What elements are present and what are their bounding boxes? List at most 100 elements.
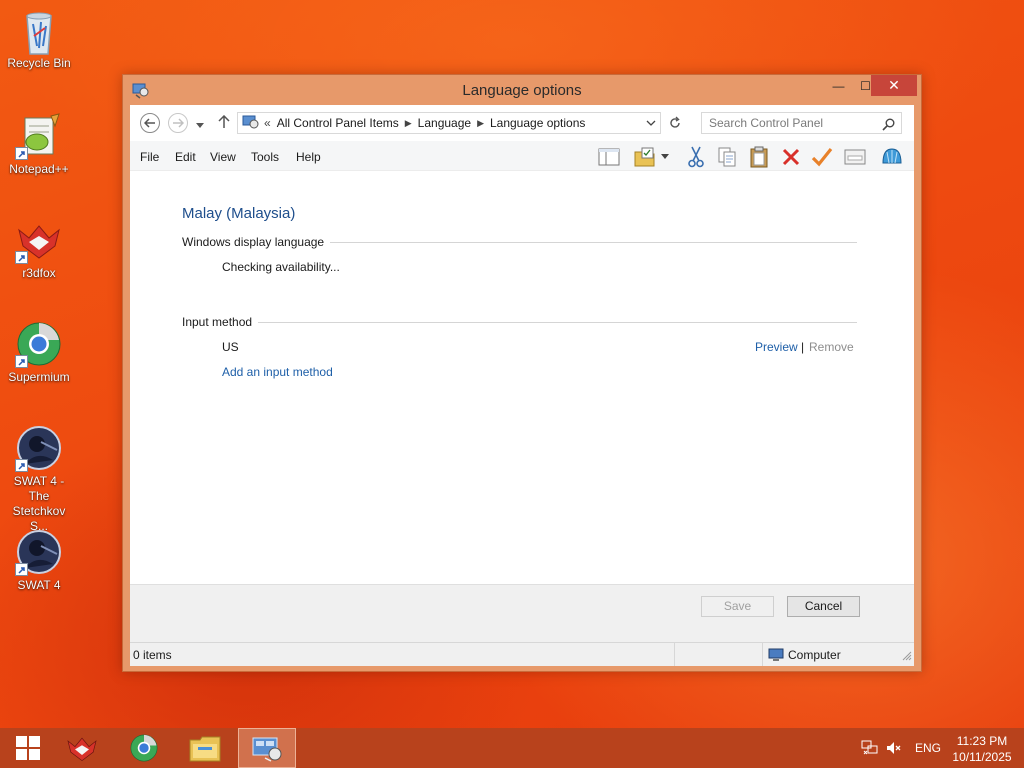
shortcut-arrow-icon	[15, 147, 28, 160]
search-box[interactable]: Search Control Panel	[701, 112, 902, 134]
search-placeholder: Search Control Panel	[709, 116, 824, 130]
overflow-chevron[interactable]: «	[264, 116, 271, 130]
taskbar-file-explorer[interactable]	[177, 728, 233, 768]
save-button[interactable]: Save	[701, 596, 774, 617]
chevron-down-icon[interactable]	[658, 145, 672, 169]
refresh-icon	[670, 116, 680, 128]
breadcrumb-separator-icon[interactable]: ▶	[405, 118, 412, 129]
menu-tools[interactable]: Tools	[251, 150, 279, 164]
desktop-icon-label: Recycle Bin	[7, 56, 71, 70]
back-button[interactable]	[140, 113, 160, 133]
desktop-icon-swat4-stetchkov[interactable]: SWAT 4 - The Stetchkov S...	[2, 424, 76, 534]
resize-grip-icon[interactable]	[902, 650, 912, 664]
breadcrumb-all-control-panel-items[interactable]: All Control Panel Items	[277, 116, 399, 130]
desktop-icon-notepad-plus-plus[interactable]: Notepad++	[2, 112, 76, 177]
supermium-icon	[15, 320, 63, 368]
search-icon[interactable]	[882, 117, 895, 137]
file-explorer-icon	[189, 736, 221, 762]
menu-bar: File Edit View Tools Help	[130, 141, 914, 171]
control-panel-icon	[252, 737, 282, 762]
desktop-icon-label: Notepad++	[9, 162, 69, 176]
taskbar-r3dfox[interactable]	[54, 728, 110, 768]
cancel-button[interactable]: Cancel	[787, 596, 860, 617]
computer-icon	[768, 648, 784, 661]
add-input-method-link[interactable]: Add an input method	[222, 365, 333, 379]
address-dropdown-icon[interactable]	[646, 117, 656, 132]
link-separator: |	[801, 340, 805, 354]
up-button[interactable]	[218, 114, 230, 132]
taskbar-supermium[interactable]	[116, 728, 172, 768]
desktop-icon-label: SWAT 4	[17, 578, 61, 592]
window-client-area: « All Control Panel Items ▶ Language ▶ L…	[130, 105, 914, 666]
clock-date: 10/11/2025	[952, 750, 1012, 764]
copy-icon[interactable]	[714, 145, 740, 169]
desktop-icon-swat4[interactable]: SWAT 4	[2, 528, 76, 593]
status-location: Computer	[768, 648, 841, 662]
display-language-status: Checking availability...	[222, 260, 340, 274]
control-panel-icon	[242, 114, 260, 133]
recent-locations-button[interactable]	[196, 118, 204, 132]
desktop-icon-r3dfox[interactable]: r3dfox	[2, 216, 76, 281]
network-icon[interactable]	[861, 728, 879, 768]
close-button[interactable]: ✕	[871, 75, 917, 96]
input-language-indicator[interactable]: ENG	[915, 728, 941, 768]
folder-checklist-icon[interactable]	[632, 145, 658, 169]
input-method-section: Input method	[182, 315, 857, 329]
remove-link[interactable]: Remove	[809, 340, 854, 354]
swat4-icon	[15, 528, 63, 576]
r3dfox-icon	[67, 737, 97, 762]
refresh-button[interactable]	[668, 116, 682, 133]
breadcrumb-language[interactable]: Language	[418, 116, 471, 130]
shortcut-arrow-icon	[15, 459, 28, 472]
desktop-icon-recycle-bin[interactable]: Recycle Bin	[2, 6, 76, 71]
r3dfox-icon	[15, 216, 63, 264]
back-arrow-icon	[144, 118, 155, 128]
layout-pane-icon[interactable]	[596, 145, 622, 169]
taskbar: ENG 11:23 PM 10/11/2025	[0, 728, 1024, 768]
start-button[interactable]	[0, 728, 56, 768]
clock-time: 11:23 PM	[956, 734, 1008, 748]
supermium-icon	[130, 734, 158, 762]
title-bar[interactable]: Language options — ☐ ✕	[123, 75, 921, 105]
section-heading: Windows display language	[182, 235, 325, 249]
desktop-icon-label: Supermium	[8, 370, 70, 384]
status-location-label: Computer	[788, 648, 841, 662]
shell-icon[interactable]	[879, 145, 905, 169]
delete-icon[interactable]	[778, 145, 804, 169]
menu-edit[interactable]: Edit	[175, 150, 196, 164]
status-bar: 0 items Computer	[130, 642, 914, 666]
breadcrumb-separator-icon[interactable]: ▶	[477, 118, 484, 129]
desktop-icon-label: SWAT 4 - The Stetchkov S...	[12, 474, 66, 533]
forward-button[interactable]	[168, 113, 188, 133]
menu-file[interactable]: File	[140, 150, 159, 164]
display-language-section: Windows display language	[182, 235, 857, 249]
notepad-plus-plus-icon	[15, 112, 63, 160]
menu-help[interactable]: Help	[296, 150, 321, 164]
taskbar-control-panel[interactable]	[238, 728, 296, 768]
dialog-button-bar: Save Cancel	[130, 584, 914, 642]
volume-muted-icon[interactable]	[886, 728, 902, 768]
language-title: Malay (Malaysia)	[182, 205, 296, 222]
properties-icon[interactable]	[842, 145, 868, 169]
status-divider	[674, 643, 675, 666]
menu-view[interactable]: View	[210, 150, 236, 164]
shortcut-arrow-icon	[15, 563, 28, 576]
preview-link[interactable]: Preview	[755, 340, 798, 354]
breadcrumb-language-options[interactable]: Language options	[490, 116, 585, 130]
desktop-icon-label: r3dfox	[22, 266, 56, 280]
paste-icon[interactable]	[746, 145, 772, 169]
address-bar[interactable]: « All Control Panel Items ▶ Language ▶ L…	[237, 112, 661, 134]
swat4-icon	[15, 424, 63, 472]
language-options-content: Malay (Malaysia) Windows display languag…	[130, 171, 914, 584]
desktop-icon-supermium[interactable]: Supermium	[2, 320, 76, 385]
section-divider	[258, 321, 857, 323]
recycle-bin-icon	[15, 6, 63, 55]
window-title: Language options	[462, 82, 582, 99]
checkmark-icon[interactable]	[809, 145, 835, 169]
minimize-button[interactable]: —	[825, 75, 852, 96]
clock[interactable]: 11:23 PM 10/11/2025	[946, 733, 1018, 765]
status-divider	[762, 643, 763, 666]
input-method-name: US	[222, 340, 239, 354]
item-count: 0 items	[133, 648, 172, 662]
cut-icon[interactable]	[683, 145, 709, 169]
